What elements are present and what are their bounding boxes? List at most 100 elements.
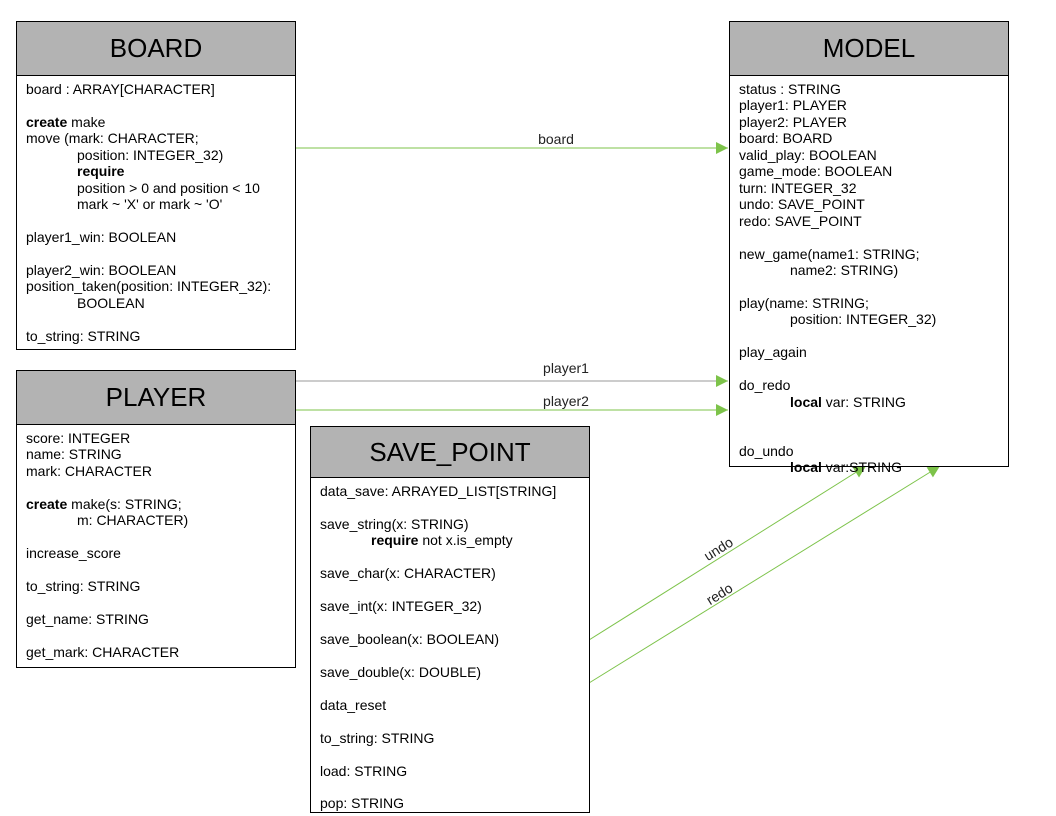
class-member: redo: SAVE_POINT — [739, 213, 999, 229]
class-member: save_string(x: STRING) — [320, 516, 580, 532]
class-member: load: STRING — [320, 763, 580, 779]
class-member: player1_win: BOOLEAN — [26, 229, 286, 245]
member-text: data_save: ARRAYED_LIST[STRING] — [320, 483, 557, 499]
member-text: not x.is_empty — [418, 532, 513, 549]
class-member: undo: SAVE_POINT — [739, 196, 999, 212]
class-member: move (mark: CHARACTER; — [26, 130, 286, 146]
class-member: save_boolean(x: BOOLEAN) — [320, 631, 580, 647]
member-text: move (mark: CHARACTER; — [26, 130, 199, 147]
association-label-redo: redo — [703, 579, 735, 608]
class-member: save_double(x: DOUBLE) — [320, 664, 580, 680]
member-text: pop: STRING — [320, 795, 405, 812]
member-text: make — [67, 113, 106, 130]
class-member: position > 0 and position < 10 — [26, 180, 286, 196]
class-player[interactable]: PLAYER score: INTEGER name: STRING mark: C… — [16, 370, 296, 668]
class-member: status : STRING — [739, 81, 999, 97]
member-text: to_string: STRING — [26, 327, 141, 344]
class-member: save_int(x: INTEGER_32) — [320, 598, 580, 614]
class-save-point[interactable]: SAVE_POINT data_save: ARRAYED_LIST[STRIN… — [310, 426, 590, 813]
class-member: get_name: STRING — [26, 611, 286, 627]
class-member: local var: STRING — [739, 394, 999, 410]
member-text: player1: PLAYER — [739, 97, 847, 114]
class-member: name2: STRING) — [739, 262, 999, 278]
keyword: local — [790, 393, 822, 410]
association-label-player1: player1 — [543, 360, 589, 376]
class-member: position_taken(position: INTEGER_32): — [26, 278, 286, 294]
class-member: to_string: STRING — [26, 328, 286, 344]
member-text: board: BOARD — [739, 130, 833, 147]
association-redo[interactable]: redo — [588, 465, 941, 684]
member-text: m: CHARACTER) — [77, 512, 189, 529]
class-member: name: STRING — [26, 446, 286, 462]
keyword: require — [371, 532, 419, 549]
member-text: game_mode: BOOLEAN — [739, 163, 893, 180]
class-member: mark ~ 'X' or mark ~ 'O' — [26, 196, 286, 212]
member-text: save_boolean(x: BOOLEAN) — [320, 631, 499, 648]
class-board[interactable]: BOARD board : ARRAY[CHARACTER] create mak… — [16, 21, 296, 350]
member-text: new_game(name1: STRING; — [739, 245, 920, 262]
class-member: create make — [26, 114, 286, 130]
class-title: PLAYER — [17, 371, 295, 425]
class-member: mark: CHARACTER — [26, 463, 286, 479]
class-member: valid_play: BOOLEAN — [739, 147, 999, 163]
class-model[interactable]: MODEL status : STRING player1: PLAYER play… — [729, 21, 1009, 475]
class-member: increase_score — [26, 545, 286, 561]
class-member: pop: STRING — [320, 795, 580, 811]
member-text: name2: STRING) — [790, 261, 899, 278]
member-text: redo: SAVE_POINT — [739, 212, 862, 229]
keyword: local — [790, 459, 822, 476]
member-text: play(name: STRING; — [739, 294, 869, 311]
member-text: save_char(x: CHARACTER) — [320, 565, 496, 582]
class-member: board : ARRAY[CHARACTER] — [26, 81, 286, 97]
member-text: to_string: STRING — [320, 729, 435, 746]
class-member: play(name: STRING; — [739, 295, 999, 311]
class-members: score: INTEGER name: STRING mark: CHARACTE… — [17, 425, 295, 660]
class-members: status : STRING player1: PLAYER player2: P… — [730, 76, 1008, 476]
class-member: to_string: STRING — [26, 578, 286, 594]
member-text: data_reset — [320, 696, 387, 713]
class-member: save_char(x: CHARACTER) — [320, 565, 580, 581]
class-member: do_undo — [739, 443, 999, 459]
class-member: create make(s: STRING; — [26, 496, 286, 512]
association-player1[interactable]: player1 — [296, 360, 728, 387]
member-text: increase_score — [26, 545, 121, 562]
keyword: require — [77, 163, 125, 180]
member-text: get_name: STRING — [26, 610, 149, 627]
member-text: position > 0 and position < 10 — [77, 179, 260, 196]
member-text: to_string: STRING — [26, 578, 141, 595]
class-member: score: INTEGER — [26, 430, 286, 446]
member-text: name: STRING — [26, 446, 122, 463]
association-player2[interactable]: player2 — [296, 393, 728, 416]
member-text: make(s: STRING; — [67, 495, 182, 512]
class-members: data_save: ARRAYED_LIST[STRING] save_stri… — [311, 478, 589, 812]
member-text: position: INTEGER_32) — [790, 311, 937, 328]
member-text: save_int(x: INTEGER_32) — [320, 598, 482, 615]
member-text: get_mark: CHARACTER — [26, 643, 180, 660]
class-member: game_mode: BOOLEAN — [739, 163, 999, 179]
class-member: turn: INTEGER_32 — [739, 180, 999, 196]
member-text: save_double(x: DOUBLE) — [320, 663, 482, 680]
association-board[interactable]: board — [296, 131, 728, 154]
association-undo[interactable]: undo — [588, 465, 867, 641]
class-member: get_mark: CHARACTER — [26, 644, 286, 660]
member-text: player2: PLAYER — [739, 113, 847, 130]
